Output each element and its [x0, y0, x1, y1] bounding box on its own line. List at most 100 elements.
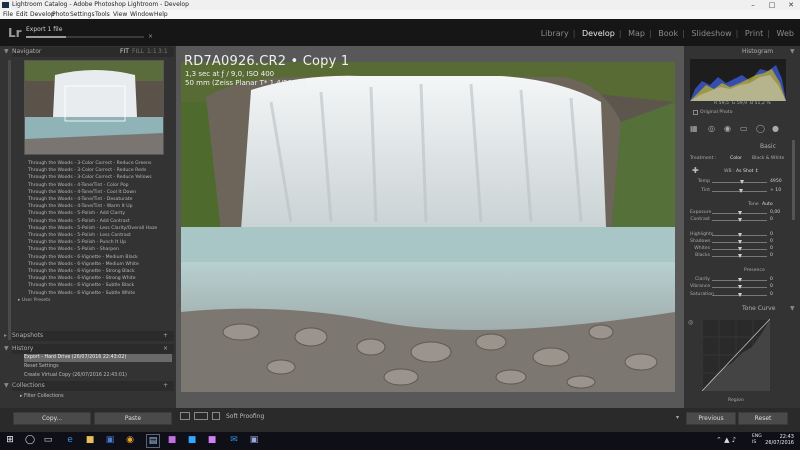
right-panel-scrollbar[interactable]: [792, 140, 795, 220]
filter-collections-row[interactable]: ▸ Filter Collections: [20, 393, 168, 401]
add-collection-icon[interactable]: +: [163, 381, 168, 391]
tone-curve-title[interactable]: Tone Curve: [742, 305, 775, 312]
adjustment-slider[interactable]: [712, 189, 767, 193]
slider-value[interactable]: 0: [770, 239, 773, 244]
slider-value[interactable]: 0: [770, 232, 773, 237]
preset-item[interactable]: Through the Woods - 3-Color Correct - Re…: [28, 167, 168, 174]
mail-icon[interactable]: ✉: [228, 434, 240, 446]
preset-item[interactable]: Through the Woods - 4-Tone/Tint - Desatu…: [28, 196, 168, 203]
preset-item[interactable]: Through the Woods - 5-Polish - Add Contr…: [28, 218, 168, 225]
module-library[interactable]: Library: [541, 29, 569, 38]
slider-handle[interactable]: [738, 189, 743, 193]
preset-item[interactable]: Through the Woods - 6-Vignette - Medium …: [28, 254, 168, 261]
file-explorer-icon[interactable]: ■: [84, 434, 96, 446]
module-develop[interactable]: Develop: [582, 29, 615, 38]
premiere-icon[interactable]: ■: [166, 434, 178, 446]
zoom-fit[interactable]: FIT: [120, 47, 129, 57]
navigator-preview[interactable]: [24, 60, 164, 155]
slider-value[interactable]: 4950: [770, 179, 782, 184]
adjustment-slider[interactable]: [712, 218, 767, 222]
menu-help[interactable]: Help: [154, 11, 168, 18]
original-photo-checkbox[interactable]: [693, 110, 698, 115]
adjustment-slider[interactable]: [712, 285, 767, 289]
module-book[interactable]: Book: [658, 29, 678, 38]
add-snapshot-icon[interactable]: +: [163, 331, 168, 341]
clear-history-icon[interactable]: ×: [163, 344, 168, 354]
graduated-filter-icon[interactable]: ▭: [740, 124, 748, 133]
slider-handle[interactable]: [737, 254, 742, 258]
adjustment-slider[interactable]: [712, 211, 767, 215]
reset-button[interactable]: Reset: [738, 412, 788, 425]
before-after-icon[interactable]: [194, 412, 208, 420]
slider-handle[interactable]: [737, 240, 742, 244]
tray-icons[interactable]: ⌃ ▲ ♪: [716, 436, 736, 444]
left-panel-scrollbar[interactable]: [8, 60, 11, 340]
slider-value[interactable]: 0: [770, 217, 773, 222]
copy-button[interactable]: Copy...: [13, 412, 91, 425]
menu-window[interactable]: Window: [130, 11, 154, 18]
preset-item[interactable]: Through the Woods - 5-Polish - Less Clar…: [28, 225, 168, 232]
slider-handle[interactable]: [737, 233, 742, 237]
slider-value[interactable]: 0: [770, 277, 773, 282]
previous-button[interactable]: Previous: [686, 412, 736, 425]
adjustment-slider[interactable]: [712, 278, 767, 282]
module-slideshow[interactable]: Slideshow: [691, 29, 731, 38]
menu-settings[interactable]: Settings: [70, 11, 95, 18]
preset-item[interactable]: Through the Woods - 5-Polish - Sharpen: [28, 246, 168, 253]
history-header[interactable]: ▼ History ×: [4, 344, 174, 354]
preset-item[interactable]: Through the Woods - 5-Polish - Less Cont…: [28, 232, 168, 239]
snapshots-header[interactable]: ▸ Snapshots +: [4, 331, 174, 341]
adjustment-slider[interactable]: [712, 180, 767, 184]
preset-item[interactable]: Through the Woods - 6-Vignette - Strong …: [28, 268, 168, 275]
preset-item[interactable]: Through the Woods - 5-Polish - Punch It …: [28, 239, 168, 246]
collapse-triangle-icon[interactable]: ▼: [790, 305, 795, 312]
task-view-icon[interactable]: ▭: [42, 434, 54, 446]
slider-handle[interactable]: [737, 278, 742, 282]
preset-item[interactable]: Through the Woods - 6-Vignette - Strong …: [28, 275, 168, 282]
paste-button[interactable]: Paste: [94, 412, 172, 425]
module-map[interactable]: Map: [628, 29, 645, 38]
app-icon[interactable]: ■: [206, 434, 218, 446]
photoshop-icon[interactable]: ■: [186, 434, 198, 446]
slider-value[interactable]: 0: [770, 292, 773, 297]
app-icon[interactable]: ▣: [248, 434, 260, 446]
navigator-header[interactable]: ▼ Navigator FIT FILL 1:1 3:1: [4, 47, 174, 57]
treatment-bw-option[interactable]: Black & White: [752, 156, 784, 161]
tone-curve-graph[interactable]: [702, 319, 770, 391]
toolbar-menu-icon[interactable]: ▾: [676, 414, 679, 421]
slider-value[interactable]: 0,00: [770, 210, 780, 215]
slider-value[interactable]: 0: [770, 253, 773, 258]
zoom-3-1[interactable]: 3:1: [158, 47, 168, 57]
history-item[interactable]: Reset Settings: [24, 363, 172, 371]
taskbar-clock[interactable]: 22:43 26/07/2016: [765, 434, 794, 446]
slider-handle[interactable]: [740, 180, 745, 184]
menu-view[interactable]: View: [113, 11, 127, 18]
user-presets-folder[interactable]: ▸ User Presets: [18, 298, 50, 303]
menu-photo[interactable]: Photo: [52, 11, 69, 18]
slider-handle[interactable]: [737, 211, 742, 215]
soft-proofing-checkbox[interactable]: [212, 412, 220, 420]
history-item[interactable]: Create Virtual Copy (26/07/2016 22:43:01…: [24, 372, 172, 380]
adjustment-slider[interactable]: [712, 247, 767, 251]
maximize-button[interactable]: □: [763, 0, 781, 10]
adjustment-slider[interactable]: [712, 293, 767, 297]
input-language[interactable]: ENG IS: [752, 434, 762, 446]
cancel-export-icon[interactable]: ×: [148, 33, 153, 40]
minimize-button[interactable]: –: [744, 0, 762, 10]
slider-value[interactable]: + 10: [770, 188, 781, 193]
loupe-view-icon[interactable]: [180, 412, 190, 420]
edge-browser-icon[interactable]: e: [64, 434, 76, 446]
slider-handle[interactable]: [737, 218, 742, 222]
adjustment-slider[interactable]: [712, 254, 767, 258]
preset-item[interactable]: Through the Woods - 3-Color Correct - Re…: [28, 174, 168, 181]
crop-tool-icon[interactable]: ▦: [690, 124, 698, 133]
slider-handle[interactable]: [737, 247, 742, 251]
menu-file[interactable]: File: [3, 11, 13, 18]
module-print[interactable]: Print: [745, 29, 763, 38]
treatment-color-option[interactable]: Color: [730, 156, 742, 161]
menu-edit[interactable]: Edit: [16, 11, 28, 18]
histogram-title[interactable]: Histogram: [742, 48, 773, 55]
wb-picker-icon[interactable]: ✚: [692, 166, 699, 175]
slider-value[interactable]: 0: [770, 284, 773, 289]
target-adjustment-icon[interactable]: ◎: [688, 319, 693, 326]
